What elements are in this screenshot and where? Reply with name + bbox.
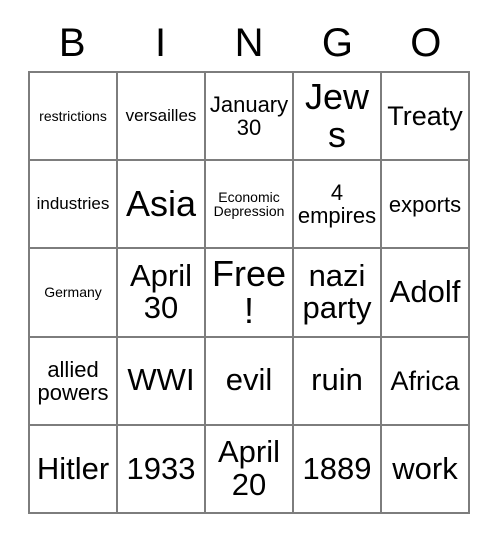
bingo-cell-label: restrictions (39, 107, 107, 124)
bingo-cell-label: Economic Depression (213, 188, 285, 220)
bingo-cell-label: Treaty (387, 100, 463, 131)
bingo-cell-g3[interactable]: nazi party (294, 249, 382, 338)
bingo-cell-b1[interactable]: restrictions (30, 73, 118, 162)
bingo-cell-label: 1889 (302, 450, 372, 486)
bingo-cell-n4[interactable]: evil (206, 337, 294, 426)
bingo-cell-label: ruin (311, 362, 363, 398)
bingo-card: B I N G O restrictions versailles Januar… (0, 0, 500, 544)
bingo-cell-b3[interactable]: Germany (30, 249, 118, 338)
bingo-cell-o4[interactable]: Africa (382, 337, 470, 426)
bingo-cell-b5[interactable]: Hitler (30, 425, 118, 514)
bingo-cell-label: January 30 (209, 92, 289, 141)
bingo-cell-i5[interactable]: 1933 (118, 425, 206, 514)
bingo-cell-label: Jews (304, 76, 370, 156)
bingo-cell-label: versailles (125, 106, 197, 126)
bingo-cell-g1[interactable]: Jews (294, 73, 382, 162)
bingo-header-letter-n: N (234, 20, 264, 65)
bingo-cell-label: work (392, 450, 458, 486)
bingo-cell-b4[interactable]: allied powers (30, 337, 118, 426)
bingo-cell-label: industries (36, 194, 110, 214)
bingo-cell-label: exports (388, 191, 462, 217)
bingo-cell-i2[interactable]: Asia (118, 161, 206, 250)
bingo-cell-n1[interactable]: January 30 (206, 73, 294, 162)
bingo-cell-o5[interactable]: work (382, 425, 470, 514)
bingo-header-letter-g: G (321, 20, 353, 65)
bingo-cell-o3[interactable]: Adolf (382, 249, 470, 338)
bingo-cell-label: nazi party (302, 257, 372, 326)
bingo-cell-label: Asia (125, 183, 197, 225)
bingo-header-letter-i: I (155, 20, 167, 65)
bingo-cell-label: Africa (390, 365, 460, 396)
bingo-cell-free-space[interactable]: Free! (206, 249, 294, 338)
bingo-cell-o1[interactable]: Treaty (382, 73, 470, 162)
bingo-cell-label: Hitler (36, 450, 110, 486)
bingo-cell-o2[interactable]: exports (382, 161, 470, 250)
bingo-cell-i1[interactable]: versailles (118, 73, 206, 162)
bingo-grid: restrictions versailles January 30 Jews … (28, 71, 470, 514)
bingo-cell-label: 4 empires (297, 180, 377, 229)
bingo-cell-label: Germany (44, 284, 102, 301)
bingo-cell-label: Adolf (389, 274, 461, 310)
bingo-cell-label: allied powers (37, 356, 109, 405)
bingo-cell-i3[interactable]: April 30 (118, 249, 206, 338)
bingo-header-row: B I N G O (28, 14, 470, 71)
bingo-cell-i4[interactable]: WWI (118, 337, 206, 426)
bingo-cell-g5[interactable]: 1889 (294, 425, 382, 514)
bingo-cell-b2[interactable]: industries (30, 161, 118, 250)
bingo-cell-label: evil (225, 362, 273, 398)
bingo-header-letter-b: B (58, 20, 86, 65)
bingo-cell-label: April 30 (129, 257, 192, 326)
bingo-cell-label: 1933 (126, 450, 196, 486)
bingo-cell-n5[interactable]: April 20 (206, 425, 294, 514)
bingo-cell-n2[interactable]: Economic Depression (206, 161, 294, 250)
bingo-cell-label: Free! (211, 252, 287, 332)
bingo-cell-label: WWI (127, 362, 195, 398)
bingo-cell-g2[interactable]: 4 empires (294, 161, 382, 250)
bingo-header-letter-o: O (410, 20, 442, 65)
bingo-cell-g4[interactable]: ruin (294, 337, 382, 426)
bingo-cell-label: April 20 (217, 434, 280, 502)
